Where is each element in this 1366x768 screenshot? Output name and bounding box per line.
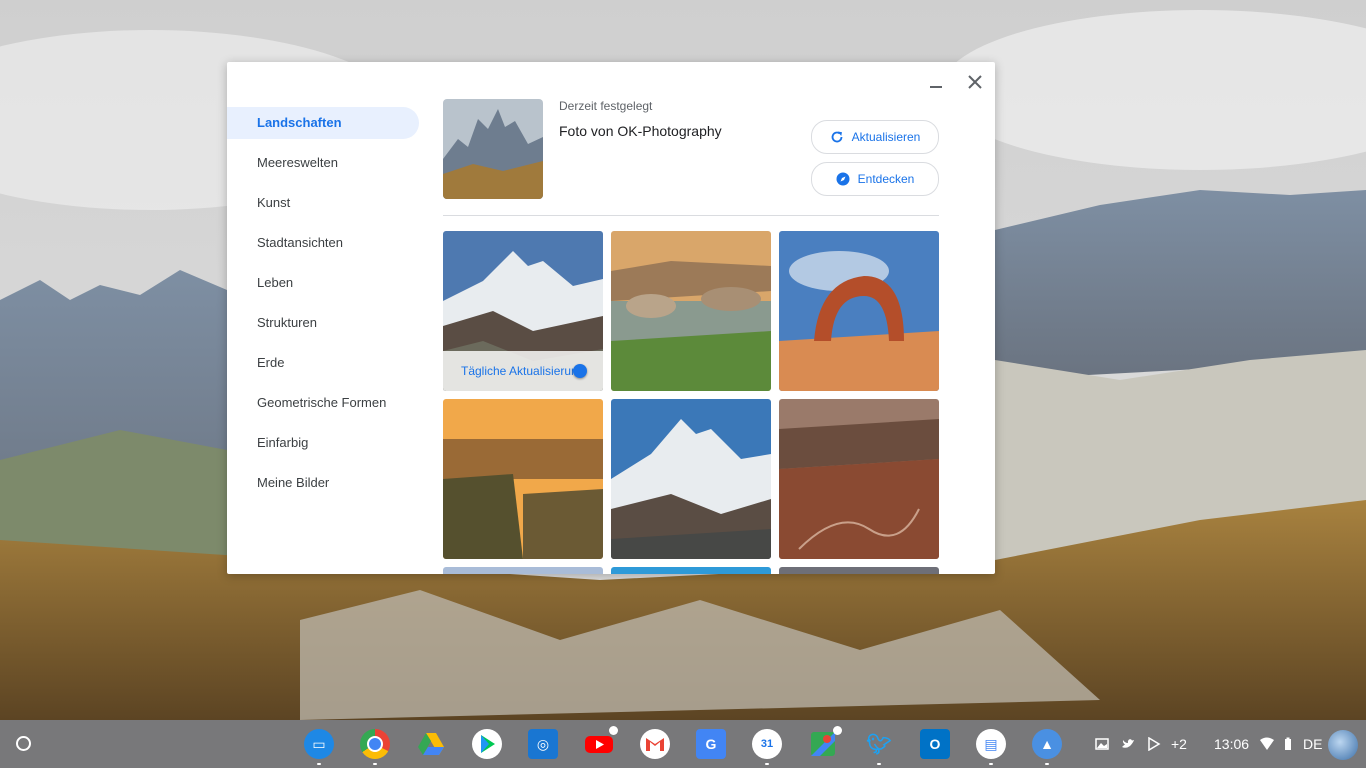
current-wallpaper-label: Derzeit festgelegt <box>559 99 653 113</box>
sidebar-item-meereswelten[interactable]: Meereswelten <box>227 147 419 179</box>
drive-app-icon[interactable] <box>416 729 446 759</box>
sidebar-item-label: Geometrische Formen <box>257 395 387 410</box>
sidebar-item-leben[interactable]: Leben <box>227 267 419 299</box>
daily-refresh-toggle[interactable]: Tägliche Aktualisierung <box>443 351 603 391</box>
sidebar-item-label: Leben <box>257 275 294 290</box>
twitter-icon[interactable] <box>1121 737 1135 751</box>
sidebar-item-label: Erde <box>257 355 285 370</box>
close-button[interactable] <box>963 70 987 94</box>
clock[interactable]: 13:06 <box>1214 736 1249 752</box>
explore-button[interactable]: Entdecken <box>811 162 939 196</box>
sidebar-item-landschaften[interactable]: Landschaften <box>227 107 419 139</box>
divider <box>443 215 939 216</box>
sidebar-item-strukturen[interactable]: Strukturen <box>227 307 419 339</box>
category-sidebar: Landschaften Meereswelten Kunst Stadtans… <box>227 107 419 507</box>
chrome-app-icon[interactable] <box>360 729 390 765</box>
twitter-app-icon[interactable]: 🐦︎ <box>864 729 894 765</box>
sidebar-item-einfarbig[interactable]: Einfarbig <box>227 427 419 459</box>
sidebar-item-label: Stadtansichten <box>257 235 344 250</box>
remote-desktop-app-icon[interactable]: ◎ <box>528 729 558 759</box>
gmail-app-icon[interactable] <box>640 729 670 759</box>
play-store-app-icon[interactable] <box>472 729 502 759</box>
maps-app-icon[interactable] <box>808 726 842 759</box>
current-wallpaper-thumbnail <box>443 99 543 199</box>
wallpaper-tile[interactable] <box>443 567 603 574</box>
sidebar-item-label: Landschaften <box>257 115 342 130</box>
battery-icon[interactable] <box>1281 737 1295 751</box>
sidebar-item-label: Strukturen <box>257 315 317 330</box>
play-icon[interactable] <box>1147 737 1161 751</box>
calendar-app-icon[interactable]: 31 <box>752 729 782 765</box>
shelf: ▭ ◎ G 31 🐦︎ O ▤ ▲ +2 13:06 DE <box>0 720 1366 768</box>
compass-icon <box>836 172 850 186</box>
refresh-button[interactable]: Aktualisieren <box>811 120 939 154</box>
avatar[interactable] <box>1328 730 1358 760</box>
sidebar-item-meine-bilder[interactable]: Meine Bilder <box>227 467 419 499</box>
wallpaper-picker-window: Landschaften Meereswelten Kunst Stadtans… <box>227 62 995 574</box>
explore-button-label: Entdecken <box>857 172 915 186</box>
sidebar-item-kunst[interactable]: Kunst <box>227 187 419 219</box>
wallpaper-tile[interactable] <box>611 231 771 391</box>
refresh-icon <box>831 131 843 143</box>
wifi-icon[interactable] <box>1260 737 1274 751</box>
sidebar-item-label: Meine Bilder <box>257 475 330 490</box>
sidebar-item-stadtansichten[interactable]: Stadtansichten <box>227 227 419 259</box>
notification-overflow-count[interactable]: +2 <box>1171 736 1187 752</box>
sidebar-item-label: Kunst <box>257 195 291 210</box>
refresh-button-label: Aktualisieren <box>851 130 921 144</box>
wallpaper-tile[interactable] <box>779 567 939 574</box>
launcher-button[interactable] <box>16 736 31 751</box>
toggle-knob <box>573 364 587 378</box>
translate-app-icon[interactable]: G <box>696 729 726 759</box>
wallpaper-tile[interactable] <box>779 231 939 391</box>
sidebar-item-label: Einfarbig <box>257 435 309 450</box>
wallpaper-tile[interactable] <box>611 399 771 559</box>
files-app-icon[interactable]: ▭ <box>304 729 334 765</box>
wallpaper-tile[interactable] <box>443 399 603 559</box>
close-icon <box>968 75 982 89</box>
outlook-app-icon[interactable]: O <box>920 729 950 759</box>
web-store-app-icon[interactable]: ▤ <box>976 729 1006 765</box>
sidebar-item-geometrische-formen[interactable]: Geometrische Formen <box>227 387 419 419</box>
wallpaper-tile[interactable] <box>611 567 771 574</box>
daily-refresh-label: Tägliche Aktualisierung <box>461 364 585 378</box>
wallpaper-tile[interactable] <box>779 399 939 559</box>
wallpaper-app-icon[interactable]: ▲ <box>1032 729 1062 765</box>
image-icon[interactable] <box>1095 737 1109 751</box>
wallpaper-tile[interactable]: Tägliche Aktualisierung <box>443 231 603 391</box>
minimize-button[interactable] <box>925 70 949 94</box>
sidebar-item-label: Meereswelten <box>257 155 338 170</box>
sidebar-item-erde[interactable]: Erde <box>227 347 419 379</box>
keyboard-layout-indicator[interactable]: DE <box>1303 736 1322 752</box>
youtube-app-icon[interactable] <box>584 726 618 759</box>
current-wallpaper-name: Foto von OK-Photography <box>559 123 722 139</box>
